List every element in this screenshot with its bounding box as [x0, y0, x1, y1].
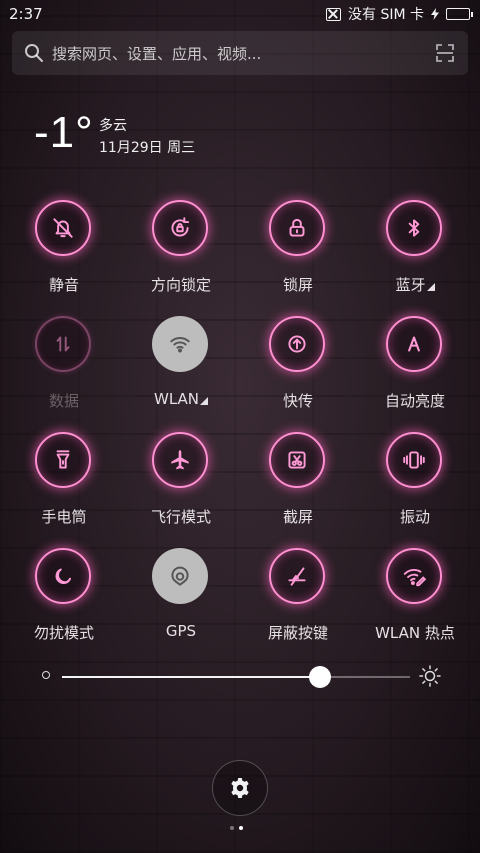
toggle-bluetooth[interactable]: 蓝牙 [360, 200, 470, 296]
expand-triangle-icon[interactable] [200, 397, 208, 405]
toggle-label: 振动 [399, 508, 430, 526]
search-icon [25, 44, 43, 62]
auto-brightness-icon [386, 316, 442, 372]
toggle-rotation-lock[interactable]: 方向锁定 [126, 200, 236, 296]
toggle-label: 快传 [282, 392, 313, 410]
battery-icon [446, 8, 473, 20]
toggle-flashlight[interactable]: 手电筒 [9, 432, 119, 528]
carrier-text: 没有 SIM 卡 [348, 7, 424, 23]
hotspot-icon [386, 548, 442, 604]
brightness-fill [62, 676, 320, 678]
mobile-data-icon [35, 316, 91, 372]
toggle-do-not-disturb[interactable]: 勿扰模式 [9, 548, 119, 644]
toggle-label: 锁屏 [282, 276, 313, 294]
quick-transfer-icon [269, 316, 325, 372]
toggle-label-wrap: WLAN [126, 390, 236, 408]
toggle-gps[interactable]: GPS [126, 548, 236, 644]
gps-icon [152, 548, 208, 604]
toggle-label: 静音 [48, 276, 79, 294]
toggle-label: 方向锁定 [150, 276, 211, 294]
toggle-hotspot[interactable]: WLAN 热点 [360, 548, 470, 644]
toggle-label: 自动亮度 [384, 392, 445, 410]
toggle-quick-transfer[interactable]: 快传 [243, 316, 353, 412]
brightness-track[interactable] [62, 666, 410, 688]
no-sim-icon [326, 7, 341, 21]
toggle-wlan[interactable]: WLAN [126, 316, 236, 412]
weather-date: 11月29日 周三 [99, 140, 196, 156]
toggle-block-keys[interactable]: 屏蔽按键 [243, 548, 353, 644]
charging-icon [431, 8, 439, 20]
toggle-lock-screen[interactable]: 锁屏 [243, 200, 353, 296]
toggle-label: 截屏 [282, 508, 313, 526]
toggle-auto-brightness[interactable]: 自动亮度 [360, 316, 470, 412]
bluetooth-icon [386, 200, 442, 256]
search-bar[interactable]: 搜索网页、设置、应用、视频... [12, 31, 468, 75]
page-indicator [230, 826, 243, 830]
toggle-label: GPS [165, 622, 197, 640]
toggle-label: 手电筒 [41, 508, 87, 526]
screenshot-icon [269, 432, 325, 488]
search-input[interactable]: 搜索网页、设置、应用、视频... [52, 43, 261, 64]
weather-temperature: -1° [34, 108, 94, 157]
toggle-label: 数据 [48, 392, 79, 410]
brightness-thumb[interactable] [308, 666, 331, 688]
toggle-label: 勿扰模式 [33, 624, 94, 642]
status-time: 2:37 [9, 5, 43, 23]
gear-icon [231, 778, 249, 798]
toggle-screenshot[interactable]: 截屏 [243, 432, 353, 528]
toggle-vibrate[interactable]: 振动 [360, 432, 470, 528]
expand-triangle-icon[interactable] [426, 283, 435, 291]
status-bar: 2:37 没有 SIM 卡 [0, 0, 480, 28]
toggle-airplane[interactable]: 飞行模式 [126, 432, 236, 528]
scan-icon[interactable] [436, 44, 454, 62]
weather-condition: 多云 [99, 118, 127, 134]
brightness-low-icon [42, 671, 50, 679]
brightness-high-icon [419, 665, 441, 687]
lock-icon [269, 200, 325, 256]
page-dot [239, 826, 243, 830]
airplane-icon [152, 432, 208, 488]
toggle-label: WLAN [153, 390, 199, 408]
block-keys-icon [269, 548, 325, 604]
page-dot [230, 826, 234, 830]
rotation-lock-icon [152, 200, 208, 256]
toggle-label: 蓝牙 [395, 276, 426, 294]
moon-icon [35, 548, 91, 604]
settings-button[interactable] [212, 760, 268, 816]
flashlight-icon [35, 432, 91, 488]
wifi-icon [152, 316, 208, 372]
vibrate-icon [386, 432, 442, 488]
toggle-label: 屏蔽按键 [267, 624, 328, 642]
toggle-mobile-data[interactable]: 数据 [9, 316, 119, 412]
toggle-label-wrap: 蓝牙 [360, 274, 470, 295]
bell-off-icon [35, 200, 91, 256]
toggle-label: WLAN 热点 [375, 624, 455, 642]
status-right: 没有 SIM 卡 [326, 4, 473, 24]
brightness-slider[interactable] [38, 660, 442, 694]
toggle-label: 飞行模式 [150, 508, 211, 526]
toggle-mute[interactable]: 静音 [9, 200, 119, 296]
